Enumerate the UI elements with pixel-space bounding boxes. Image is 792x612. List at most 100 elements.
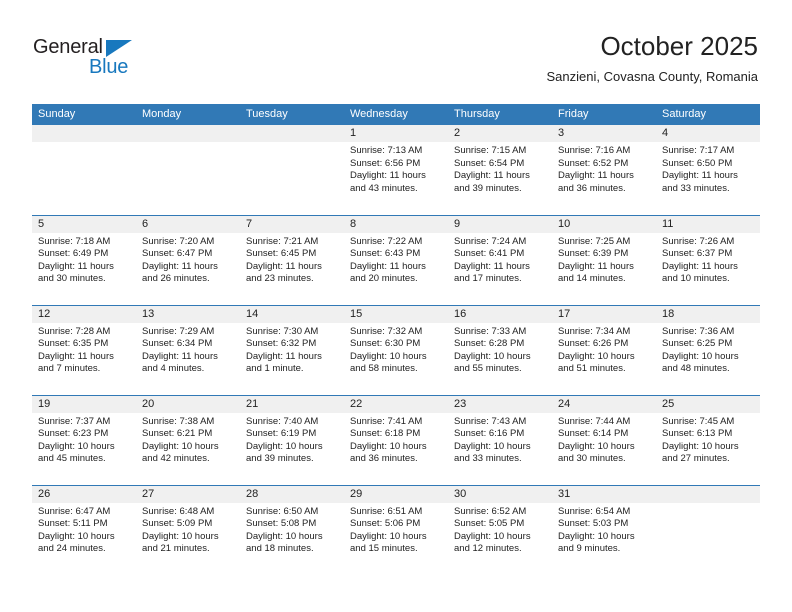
day-number: 23 <box>448 395 552 413</box>
day-cell-content: 9 Sunrise: 7:24 AM Sunset: 6:41 PM Daylight… <box>448 215 552 305</box>
day-cell-content: 25 Sunrise: 7:45 AM Sunset: 6:13 PM Dayligh… <box>656 395 760 485</box>
calendar-day-cell[interactable]: 27 Sunrise: 6:48 AM Sunset: 5:09 PM Dayligh… <box>136 485 240 575</box>
day-number: 20 <box>136 395 240 413</box>
calendar-day-cell[interactable]: 26 Sunrise: 6:47 AM Sunset: 5:11 PM Dayligh… <box>32 485 136 575</box>
day-detail-line: Daylight: 10 hours <box>558 440 635 452</box>
day-detail-line: Sunrise: 7:16 AM <box>558 145 631 156</box>
day-details: Sunrise: 6:52 AM Sunset: 5:05 PM Daylight:… <box>448 503 552 556</box>
calendar-day-cell[interactable] <box>32 125 136 216</box>
calendar-day-cell[interactable]: 4 Sunrise: 7:17 AM Sunset: 6:50 PM Daylight… <box>656 125 760 216</box>
day-detail-line: and 7 minutes. <box>38 363 101 375</box>
day-detail-line: Daylight: 11 hours <box>38 260 114 272</box>
page-subtitle: Sanzieni, Covasna County, Romania <box>546 69 759 84</box>
calendar-day-cell[interactable]: 18 Sunrise: 7:36 AM Sunset: 6:25 PM Dayligh… <box>656 305 760 396</box>
calendar-day-cell[interactable]: 7 Sunrise: 7:21 AM Sunset: 6:45 PM Daylight… <box>240 215 344 306</box>
day-detail-line: Daylight: 10 hours <box>38 530 115 542</box>
day-detail-line: Sunrise: 7:20 AM <box>142 235 215 247</box>
calendar-day-cell[interactable]: 29 Sunrise: 6:51 AM Sunset: 5:06 PM Dayligh… <box>344 485 448 575</box>
day-cell-content: 3 Sunrise: 7:16 AM Sunset: 6:52 PM Daylight… <box>552 125 656 214</box>
weekday-header-wednesday: Wednesday <box>344 104 448 125</box>
day-detail-line: Sunrise: 7:30 AM <box>246 325 319 337</box>
day-detail-line: Sunset: 5:11 PM <box>38 518 108 530</box>
day-detail-line: and 24 minutes. <box>38 543 106 555</box>
calendar-day-cell[interactable]: 17 Sunrise: 7:34 AM Sunset: 6:26 PM Dayligh… <box>552 305 656 396</box>
day-details: Sunrise: 7:34 AM Sunset: 6:26 PM Daylight:… <box>552 323 656 376</box>
calendar-day-cell[interactable]: 14 Sunrise: 7:30 AM Sunset: 6:32 PM Dayligh… <box>240 305 344 396</box>
calendar-day-cell[interactable]: 28 Sunrise: 6:50 AM Sunset: 5:08 PM Dayligh… <box>240 485 344 575</box>
day-detail-line: Sunset: 6:49 PM <box>38 248 109 260</box>
calendar-day-cell[interactable] <box>240 125 344 216</box>
calendar-day-cell[interactable]: 13 Sunrise: 7:29 AM Sunset: 6:34 PM Dayligh… <box>136 305 240 396</box>
day-cell-content: 20 Sunrise: 7:38 AM Sunset: 6:21 PM Dayligh… <box>136 395 240 485</box>
day-number: 26 <box>32 485 136 503</box>
calendar-day-cell[interactable]: 2 Sunrise: 7:15 AM Sunset: 6:54 PM Daylight… <box>448 125 552 216</box>
day-detail-line: Daylight: 10 hours <box>142 530 219 542</box>
day-detail-line: Sunset: 6:35 PM <box>38 338 109 350</box>
day-detail-line: Daylight: 11 hours <box>454 260 530 272</box>
calendar-day-cell[interactable]: 31 Sunrise: 6:54 AM Sunset: 5:03 PM Dayligh… <box>552 485 656 575</box>
day-number: 31 <box>552 485 656 503</box>
day-detail-line: and 27 minutes. <box>662 453 730 465</box>
day-detail-line: Sunset: 6:34 PM <box>142 338 213 350</box>
calendar-day-cell[interactable]: 9 Sunrise: 7:24 AM Sunset: 6:41 PM Daylight… <box>448 215 552 306</box>
weekday-header-saturday: Saturday <box>656 104 760 125</box>
calendar-day-cell[interactable] <box>656 485 760 575</box>
day-number: 28 <box>240 485 344 503</box>
day-detail-line: Sunrise: 7:24 AM <box>454 235 527 247</box>
day-detail-line: Sunset: 6:28 PM <box>454 338 525 350</box>
calendar-day-cell[interactable]: 16 Sunrise: 7:33 AM Sunset: 6:28 PM Dayligh… <box>448 305 552 396</box>
day-detail-line: Daylight: 10 hours <box>454 350 531 362</box>
calendar-day-cell[interactable]: 23 Sunrise: 7:43 AM Sunset: 6:16 PM Dayligh… <box>448 395 552 486</box>
calendar-day-cell[interactable]: 8 Sunrise: 7:22 AM Sunset: 6:43 PM Daylight… <box>344 215 448 306</box>
calendar-day-cell[interactable]: 24 Sunrise: 7:44 AM Sunset: 6:14 PM Dayligh… <box>552 395 656 486</box>
calendar-day-cell[interactable]: 1 Sunrise: 7:13 AM Sunset: 6:56 PM Daylight… <box>344 125 448 216</box>
calendar-day-cell[interactable]: 15 Sunrise: 7:32 AM Sunset: 6:30 PM Dayligh… <box>344 305 448 396</box>
day-detail-line: Sunrise: 7:15 AM <box>454 145 527 156</box>
day-number: 7 <box>240 215 344 233</box>
day-detail-line: and 42 minutes. <box>142 453 210 465</box>
day-cell-content: 30 Sunrise: 6:52 AM Sunset: 5:05 PM Dayligh… <box>448 485 552 575</box>
calendar-day-cell[interactable]: 25 Sunrise: 7:45 AM Sunset: 6:13 PM Dayligh… <box>656 395 760 486</box>
day-detail-line: Sunset: 5:05 PM <box>454 518 525 530</box>
calendar-day-cell[interactable]: 5 Sunrise: 7:18 AM Sunset: 6:49 PM Daylight… <box>32 215 136 306</box>
day-detail-line: Sunrise: 7:22 AM <box>350 235 423 247</box>
day-number: 19 <box>32 395 136 413</box>
day-cell-content: 15 Sunrise: 7:32 AM Sunset: 6:30 PM Dayligh… <box>344 305 448 395</box>
calendar-day-cell[interactable]: 30 Sunrise: 6:52 AM Sunset: 5:05 PM Dayligh… <box>448 485 552 575</box>
calendar-day-cell[interactable]: 22 Sunrise: 7:41 AM Sunset: 6:18 PM Dayligh… <box>344 395 448 486</box>
day-details: Sunrise: 7:15 AM Sunset: 6:54 PM Daylight:… <box>448 142 552 195</box>
calendar-day-cell[interactable]: 21 Sunrise: 7:40 AM Sunset: 6:19 PM Dayligh… <box>240 395 344 486</box>
day-detail-line: and 36 minutes. <box>350 453 418 465</box>
day-detail-line: Sunrise: 7:25 AM <box>558 235 631 247</box>
calendar-day-cell[interactable] <box>136 125 240 216</box>
calendar-day-cell[interactable]: 19 Sunrise: 7:37 AM Sunset: 6:23 PM Dayligh… <box>32 395 136 486</box>
day-cell-content: 22 Sunrise: 7:41 AM Sunset: 6:18 PM Dayligh… <box>344 395 448 485</box>
day-details: Sunrise: 7:24 AM Sunset: 6:41 PM Daylight:… <box>448 233 552 286</box>
day-cell-content: 4 Sunrise: 7:17 AM Sunset: 6:50 PM Daylight… <box>656 125 760 214</box>
day-cell-empty <box>240 125 344 214</box>
weekday-header-tuesday: Tuesday <box>240 104 344 125</box>
day-details: Sunrise: 7:30 AM Sunset: 6:32 PM Daylight:… <box>240 323 344 376</box>
day-detail-line: and 55 minutes. <box>454 363 522 375</box>
day-detail-line: Sunset: 6:13 PM <box>662 428 733 440</box>
day-details: Sunrise: 7:21 AM Sunset: 6:45 PM Daylight:… <box>240 233 344 286</box>
day-cell-content: 14 Sunrise: 7:30 AM Sunset: 6:32 PM Dayligh… <box>240 305 344 395</box>
day-detail-line: Sunrise: 7:32 AM <box>350 325 423 337</box>
calendar-day-cell[interactable]: 3 Sunrise: 7:16 AM Sunset: 6:52 PM Daylight… <box>552 125 656 216</box>
calendar-day-cell[interactable]: 10 Sunrise: 7:25 AM Sunset: 6:39 PM Dayligh… <box>552 215 656 306</box>
day-detail-line: and 26 minutes. <box>142 273 210 285</box>
day-cell-content: 11 Sunrise: 7:26 AM Sunset: 6:37 PM Dayligh… <box>656 215 760 305</box>
calendar-day-cell[interactable]: 12 Sunrise: 7:28 AM Sunset: 6:35 PM Dayligh… <box>32 305 136 396</box>
day-detail-line: Daylight: 11 hours <box>558 260 634 272</box>
day-detail-line: Sunrise: 7:36 AM <box>662 325 735 337</box>
day-detail-line: Sunrise: 6:52 AM <box>454 505 527 517</box>
calendar-day-cell[interactable]: 11 Sunrise: 7:26 AM Sunset: 6:37 PM Dayligh… <box>656 215 760 306</box>
calendar-day-cell[interactable]: 20 Sunrise: 7:38 AM Sunset: 6:21 PM Dayligh… <box>136 395 240 486</box>
day-detail-line: and 51 minutes. <box>558 363 626 375</box>
day-detail-line: and 12 minutes. <box>454 543 522 555</box>
day-detail-line: Sunset: 6:41 PM <box>454 248 525 260</box>
calendar-day-cell[interactable]: 6 Sunrise: 7:20 AM Sunset: 6:47 PM Daylight… <box>136 215 240 306</box>
day-number <box>656 485 760 503</box>
day-detail-line: Sunset: 6:50 PM <box>662 157 733 169</box>
day-details: Sunrise: 7:29 AM Sunset: 6:34 PM Daylight:… <box>136 323 240 376</box>
